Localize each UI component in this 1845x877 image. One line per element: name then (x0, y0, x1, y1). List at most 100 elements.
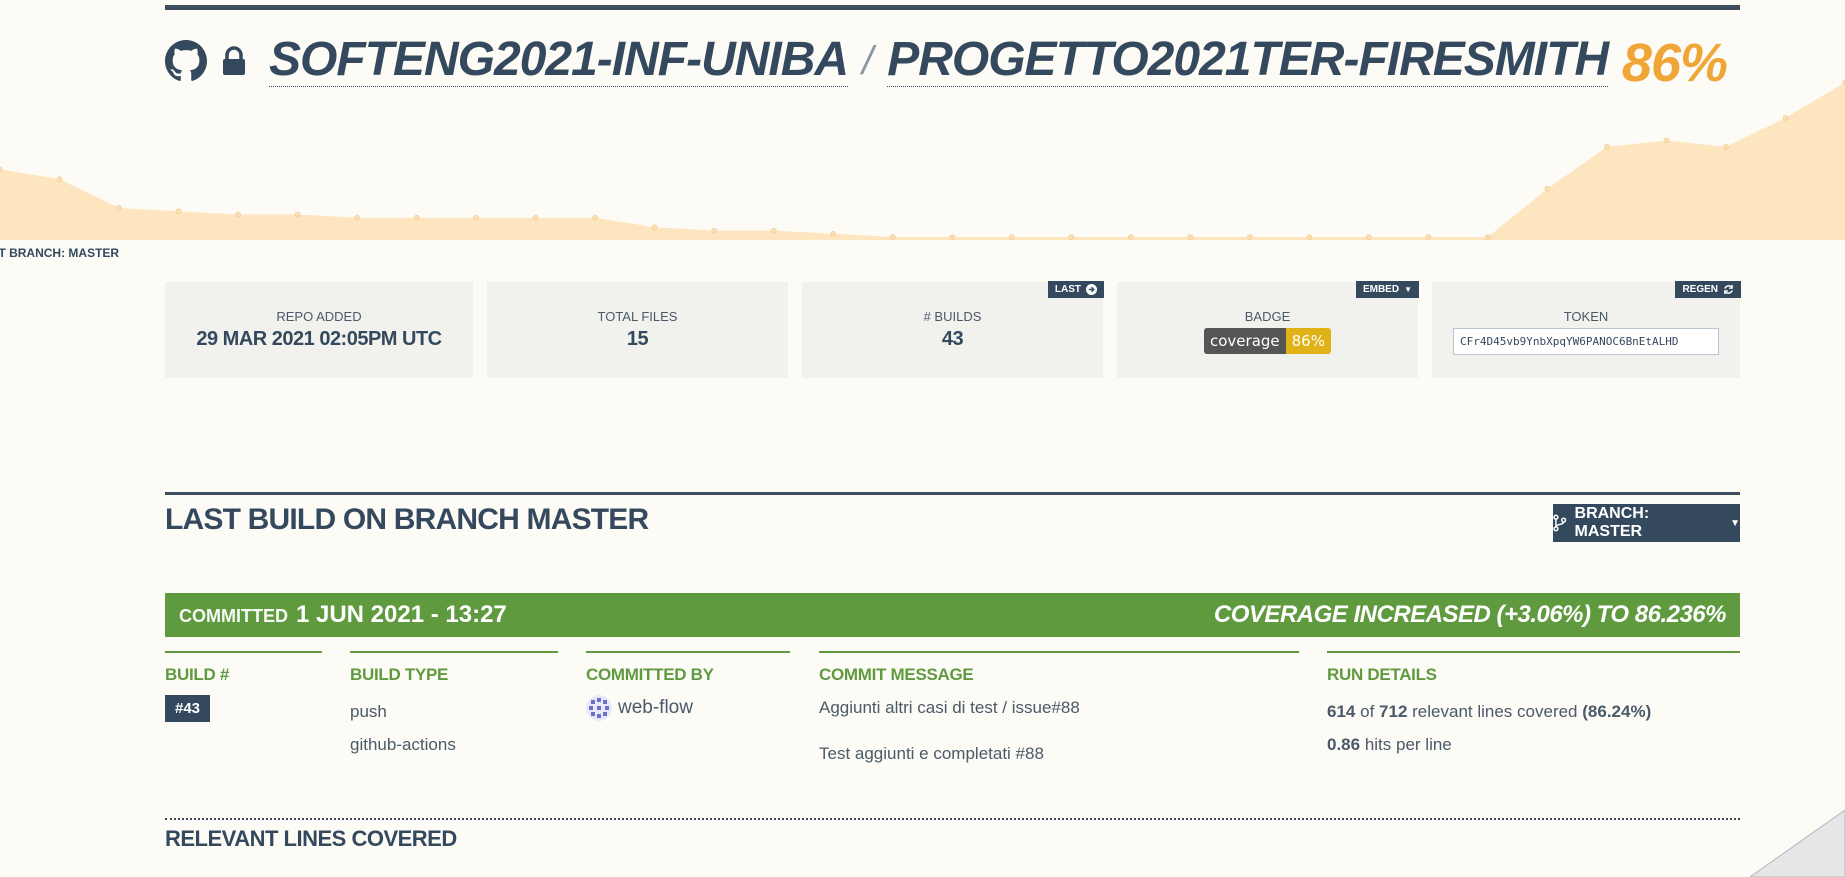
hits-summary: 0.86 hits per line (1327, 728, 1740, 761)
build-type-line: github-actions (350, 735, 456, 754)
hits-value: 0.86 (1327, 735, 1361, 754)
coverage-point[interactable] (1306, 234, 1313, 240)
column-header: COMMITTED BY (586, 665, 714, 684)
coverage-badge[interactable]: coverage 86% (1204, 328, 1331, 354)
hits-text: hits per line (1364, 735, 1452, 754)
build-number-link[interactable]: #43 (165, 695, 211, 722)
coverage-point[interactable] (294, 211, 301, 218)
caret-down-icon: ▼ (1404, 285, 1412, 294)
git-branch-icon (1553, 514, 1567, 532)
run-details-column: RUN DETAILS 614 of 712 relevant lines co… (1327, 651, 1740, 761)
stat-value: 29 MAR 2021 02:05PM UTC (196, 328, 442, 350)
arrow-circle-right-icon (1086, 284, 1097, 295)
repo-name-link[interactable]: PROGETTO2021TER-FIRESMITH (887, 34, 1609, 87)
branch-select-button[interactable]: BRANCH: MASTER ▼ (1553, 504, 1740, 542)
stat-value: 43 (941, 328, 964, 350)
coverage-point[interactable] (1128, 234, 1134, 240)
commit-message-line: Aggiunti altri casi di test / issue#88 (819, 698, 1080, 717)
coverage-point[interactable] (770, 227, 777, 234)
stat-token: REGEN TOKEN CFr4D45vb9YnbXpqYW6PANOC6BnE… (1432, 281, 1741, 378)
coverage-percent: 86% (1621, 33, 1728, 93)
commit-message-line: Test aggiunti e completati #88 (819, 744, 1044, 763)
coverage-point[interactable] (651, 224, 658, 231)
coverage-point[interactable] (711, 227, 717, 234)
repo-owner-link[interactable]: SOFTENG2021-INF-UNIBA (269, 34, 849, 87)
embed-button[interactable]: EMBED ▼ (1355, 281, 1419, 298)
coverage-point[interactable] (116, 205, 122, 211)
of-text: of (1360, 702, 1375, 721)
regen-button-label: REGEN (1682, 284, 1718, 295)
coverage-point[interactable] (1604, 144, 1610, 150)
dotted-divider (165, 818, 1740, 820)
top-rule (165, 5, 1740, 10)
coverage-point[interactable] (1425, 234, 1432, 240)
path-separator: / (862, 38, 874, 83)
coverage-point[interactable] (354, 214, 360, 221)
coverage-point[interactable] (1068, 234, 1075, 240)
committer[interactable]: web-flow (586, 695, 790, 721)
coverage-change: COVERAGE INCREASED (+3.06%) TO 86.236% (1213, 601, 1727, 628)
relevant-count: 712 (1379, 702, 1408, 721)
build-number-column: BUILD # #43 (165, 651, 322, 722)
committed-date: 1 JUN 2021 - 13:27 (295, 601, 507, 628)
coverage-point[interactable] (56, 176, 63, 182)
coverage-point[interactable] (1782, 115, 1789, 121)
stat-label: BADGE (1244, 309, 1291, 324)
stat-total-files: TOTAL FILES 15 (487, 282, 788, 378)
regen-button[interactable]: REGEN (1675, 281, 1741, 298)
coverage-point[interactable] (889, 234, 896, 240)
coverage-point[interactable] (592, 214, 598, 221)
stat-badge: EMBED ▼ BADGE coverage 86% (1117, 281, 1419, 378)
stat-repo-added: REPO ADDED 29 MAR 2021 02:05PM UTC (165, 282, 473, 378)
last-build-button[interactable]: LAST (1047, 281, 1104, 298)
coverage-point[interactable] (413, 214, 420, 221)
coverage-point[interactable] (1008, 234, 1015, 240)
build-type-column: BUILD TYPE push github-actions (350, 651, 558, 761)
coverage-point[interactable] (1485, 234, 1491, 240)
coverage-point[interactable] (949, 234, 956, 240)
coverage-point[interactable] (1187, 234, 1194, 240)
commit-summary-bar: COMMITTED 1 JUN 2021 - 13:27 COVERAGE IN… (165, 593, 1740, 637)
coverage-area (0, 82, 1845, 240)
default-branch-label: LT BRANCH: MASTER (0, 246, 120, 260)
stat-label: REPO ADDED (276, 309, 362, 324)
column-header: BUILD # (165, 665, 230, 684)
coverage-point[interactable] (235, 211, 241, 218)
coverage-point[interactable] (830, 230, 837, 237)
column-header: RUN DETAILS (1327, 665, 1437, 684)
last-build-title: LAST BUILD ON BRANCH MASTER (165, 503, 649, 536)
caret-down-icon: ▼ (1730, 517, 1740, 529)
committer-name: web-flow (618, 697, 693, 719)
repo-token-field[interactable]: CFr4D45vb9YnbXpqYW6PANOC6BnEtALHD (1453, 328, 1719, 355)
avatar (586, 695, 612, 721)
commit-message-column: COMMIT MESSAGE Aggiunti altri casi di te… (819, 651, 1299, 767)
relevant-text: relevant lines covered (1412, 702, 1578, 721)
relevant-lines-title: RELEVANT LINES COVERED (165, 826, 457, 851)
build-type-line: push (350, 702, 387, 721)
coverage-point[interactable] (1663, 137, 1670, 144)
stat-label: # BUILDS (923, 309, 982, 324)
coverage-point[interactable] (532, 214, 539, 221)
stat-label: TOKEN (1563, 309, 1609, 324)
coverage-point[interactable] (1723, 144, 1729, 150)
stat-label: TOTAL FILES (597, 309, 678, 324)
coverage-point[interactable] (1544, 185, 1551, 192)
coverage-point[interactable] (175, 208, 182, 215)
github-icon[interactable] (165, 40, 207, 82)
committed-by-column: COMMITTED BY web-flow (586, 651, 790, 721)
coverage-point[interactable] (1247, 234, 1253, 240)
lock-icon (223, 46, 245, 75)
badge-right: 86% (1285, 328, 1331, 354)
coverage-point[interactable] (1366, 234, 1372, 240)
column-header: BUILD TYPE (350, 665, 449, 684)
coverage-point[interactable] (473, 214, 479, 221)
coverage-point[interactable] (0, 166, 3, 173)
embed-button-label: EMBED (1362, 284, 1400, 295)
stat-builds: LAST # BUILDS 43 (802, 281, 1104, 378)
lines-covered-summary: 614 of 712 relevant lines covered (86.24… (1327, 695, 1740, 728)
stat-value: 15 (626, 328, 649, 350)
repo-header: SOFTENG2021-INF-UNIBA / PROGETTO2021TER-… (165, 30, 1609, 92)
badge-left: coverage (1204, 328, 1286, 354)
corner-decoration (1750, 810, 1845, 877)
column-header: COMMIT MESSAGE (819, 665, 974, 684)
